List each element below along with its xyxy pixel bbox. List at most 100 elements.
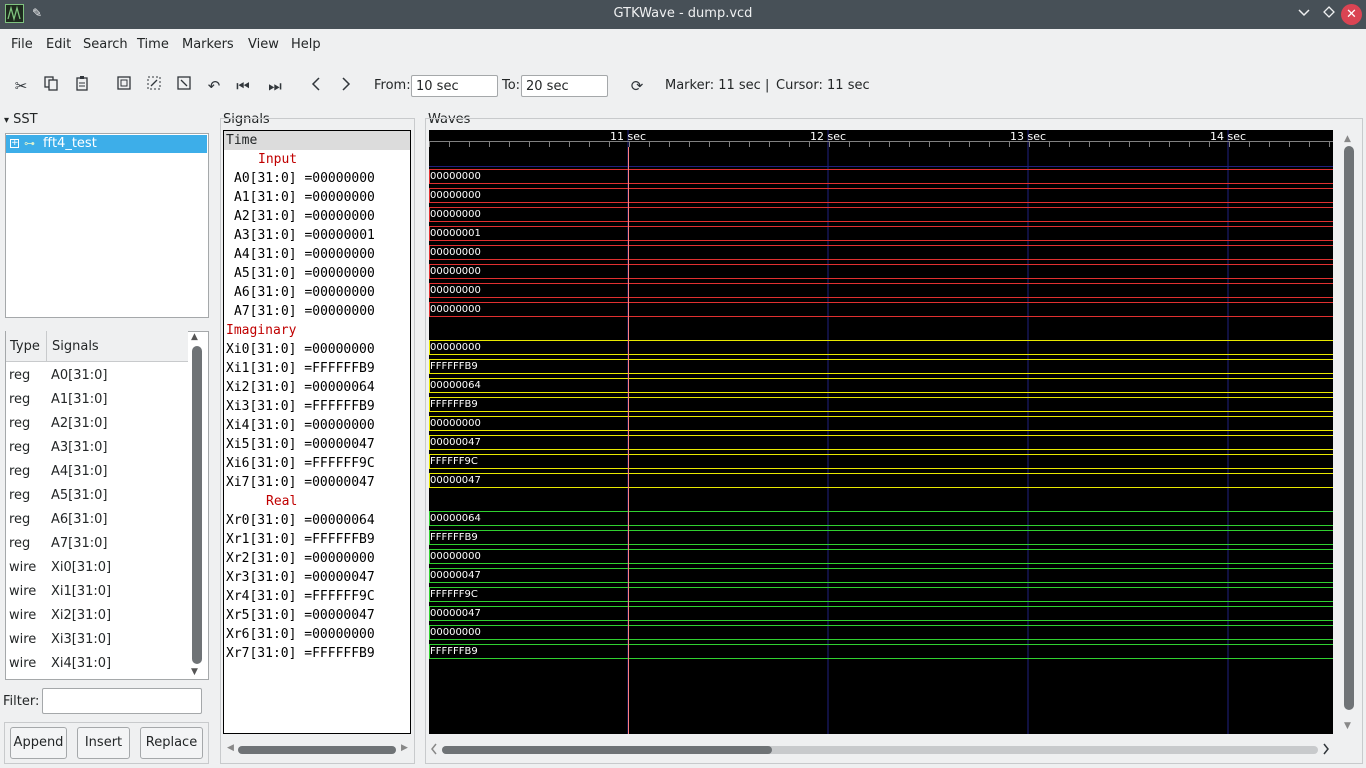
signal-type: reg (9, 512, 31, 527)
signal-row[interactable]: Xi2[31:0] =00000064 (226, 378, 375, 397)
filter-input[interactable] (42, 688, 202, 714)
list-item[interactable]: reg A2[31:0] (9, 416, 184, 440)
zoom-fit-icon[interactable] (113, 75, 135, 97)
signals-column-header[interactable]: Signals (52, 339, 99, 354)
jump-start-icon[interactable]: ⏮ (232, 75, 254, 97)
list-item[interactable]: reg A6[31:0] (9, 512, 184, 536)
menu-search[interactable]: Search (83, 37, 128, 52)
list-item[interactable]: wire Xi2[31:0] (9, 608, 184, 632)
expand-icon[interactable]: + (10, 139, 19, 148)
column-divider (46, 331, 47, 361)
signal-name: Xi1[31:0] (51, 584, 112, 599)
insert-button[interactable]: Insert (77, 727, 130, 759)
signal-row[interactable]: A6[31:0] =00000000 (234, 283, 375, 302)
menu-edit[interactable]: Edit (46, 37, 71, 52)
list-item[interactable]: reg A1[31:0] (9, 392, 184, 416)
signal-row[interactable]: Xi6[31:0] =FFFFFF9C (226, 454, 375, 473)
scroll-left-icon[interactable]: ◀ (227, 743, 234, 753)
previous-icon[interactable] (305, 75, 327, 97)
sst-header[interactable]: ▾ SST (4, 112, 38, 127)
signal-row[interactable]: Xr2[31:0] =00000000 (226, 549, 375, 568)
signal-row[interactable]: Xr6[31:0] =00000000 (226, 625, 375, 644)
scroll-right-icon[interactable]: ▶ (401, 743, 408, 753)
list-item[interactable]: wire Xi3[31:0] (9, 632, 184, 656)
signal-row[interactable]: Xr5[31:0] =00000047 (226, 606, 375, 625)
list-item[interactable]: reg A0[31:0] (9, 368, 184, 392)
list-item[interactable]: reg A5[31:0] (9, 488, 184, 512)
list-item[interactable]: wire Xi4[31:0] (9, 656, 184, 680)
signal-group-label[interactable]: Input (258, 150, 297, 169)
type-column-header[interactable]: Type (10, 339, 40, 354)
window-title: GTKWave - dump.vcd (613, 6, 753, 21)
tree-item-label: fft4_test (43, 136, 97, 151)
signal-row[interactable]: A4[31:0] =00000000 (234, 245, 375, 264)
maximize-diamond-icon[interactable] (1319, 5, 1338, 24)
from-input[interactable] (411, 75, 498, 97)
next-icon[interactable] (335, 75, 357, 97)
signal-row[interactable]: A7[31:0] =00000000 (234, 302, 375, 321)
signal-row[interactable]: A5[31:0] =00000000 (234, 264, 375, 283)
append-button[interactable]: Append (10, 727, 67, 759)
signal-group-label[interactable]: Imaginary (226, 321, 296, 340)
signal-row[interactable]: Xr1[31:0] =FFFFFFB9 (226, 530, 375, 549)
jump-end-icon[interactable]: ⏭ (264, 75, 286, 97)
waves-vscrollbar[interactable] (1344, 146, 1354, 710)
close-icon[interactable]: ✕ (1341, 4, 1362, 25)
waves-scroll-right-icon[interactable] (1322, 743, 1330, 759)
signal-row[interactable]: A2[31:0] =00000000 (234, 207, 375, 226)
trace-value: 00000047 (430, 570, 481, 581)
cut-icon[interactable]: ✂ (10, 75, 32, 97)
waves-scroll-left-icon[interactable] (430, 743, 438, 758)
signal-row[interactable]: Xr7[31:0] =FFFFFFB9 (226, 644, 375, 663)
waveform-canvas[interactable]: 11 sec 12 sec 13 sec 14 sec 00000000 0000… (429, 130, 1333, 734)
menu-help[interactable]: Help (291, 37, 321, 52)
signal-row[interactable]: Xr4[31:0] =FFFFFF9C (226, 587, 375, 606)
list-item[interactable]: wire Xi1[31:0] (9, 584, 184, 608)
menu-time[interactable]: Time (137, 37, 169, 52)
signal-row[interactable]: A3[31:0] =00000001 (234, 226, 375, 245)
scroll-up-icon[interactable]: ▲ (191, 332, 198, 342)
menu-view[interactable]: View (248, 37, 279, 52)
to-input[interactable] (521, 75, 608, 97)
collapse-arrow-icon[interactable]: ▾ (4, 115, 9, 126)
trace-value: 00000001 (430, 228, 481, 239)
copy-icon[interactable] (40, 75, 62, 97)
zoom-in-icon[interactable] (143, 75, 165, 97)
signal-row[interactable]: Xr3[31:0] =00000047 (226, 568, 375, 587)
list-item[interactable]: reg A4[31:0] (9, 464, 184, 488)
undo-icon[interactable]: ↶ (203, 75, 225, 97)
signal-row[interactable]: Xi0[31:0] =00000000 (226, 340, 375, 359)
scroll-down-icon[interactable]: ▼ (191, 667, 198, 677)
signals-hscrollbar[interactable] (238, 746, 396, 754)
zoom-out-icon[interactable] (173, 75, 195, 97)
module-tree-icon: ⊶ (24, 137, 35, 150)
list-item[interactable]: reg A7[31:0] (9, 536, 184, 560)
signal-row[interactable]: A0[31:0] =00000000 (234, 169, 375, 188)
waves-scroll-down-icon[interactable]: ▼ (1344, 721, 1351, 731)
tree-item-fft4-test[interactable]: + ⊶ fft4_test (6, 135, 207, 153)
signal-name: A5[31:0] (51, 488, 108, 503)
replace-button[interactable]: Replace (140, 727, 203, 759)
menu-markers[interactable]: Markers (182, 37, 234, 52)
list-scrollbar[interactable] (192, 346, 202, 664)
signal-group-label[interactable]: Real (266, 492, 297, 511)
waves-scroll-up-icon[interactable]: ▲ (1344, 134, 1351, 144)
signal-row[interactable]: A1[31:0] =00000000 (234, 188, 375, 207)
signal-row[interactable]: Xi4[31:0] =00000000 (226, 416, 375, 435)
menu-file[interactable]: File (11, 37, 33, 52)
signal-name: A3[31:0] (51, 440, 108, 455)
paste-icon[interactable] (71, 75, 93, 97)
list-item[interactable]: wire Xi0[31:0] (9, 560, 184, 584)
waves-hscrollbar[interactable] (442, 746, 772, 754)
signal-row[interactable]: Xr0[31:0] =00000064 (226, 511, 375, 530)
signal-row[interactable]: Xi1[31:0] =FFFFFFB9 (226, 359, 375, 378)
signal-type: reg (9, 440, 31, 455)
list-item[interactable]: reg A3[31:0] (9, 440, 184, 464)
minimize-chevron-icon[interactable] (1294, 5, 1313, 24)
title-bar[interactable]: ✎ GTKWave - dump.vcd ✕ (0, 0, 1366, 29)
trace-value: 00000000 (430, 627, 481, 638)
signal-row[interactable]: Xi5[31:0] =00000047 (226, 435, 375, 454)
reload-icon[interactable]: ⟳ (626, 75, 648, 97)
signal-row[interactable]: Xi7[31:0] =00000047 (226, 473, 375, 492)
signal-row[interactable]: Xi3[31:0] =FFFFFFB9 (226, 397, 375, 416)
